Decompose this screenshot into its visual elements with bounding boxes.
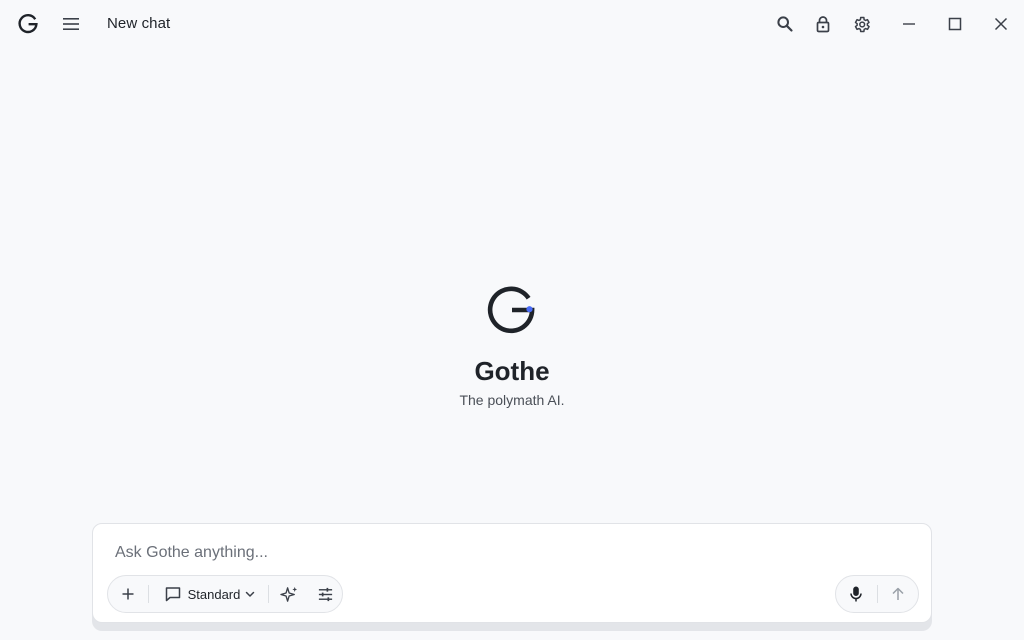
composer-toolbar: Standard — [107, 575, 343, 613]
close-button[interactable] — [989, 12, 1013, 36]
prompt-input[interactable] — [113, 540, 907, 566]
app-window: New chat Gothe The polymath AI. Ask Goth… — [0, 0, 1024, 640]
window-title: New chat — [107, 15, 171, 32]
enhance-button[interactable] — [272, 576, 306, 612]
minimize-button[interactable] — [897, 12, 921, 36]
chat-bubble-icon — [165, 587, 180, 602]
mode-label: Standard — [187, 586, 241, 602]
maximize-icon — [948, 17, 962, 31]
sparkle-icon — [279, 586, 297, 602]
toolbar-divider — [268, 585, 269, 603]
settings-sliders-button[interactable] — [308, 576, 342, 612]
lock-button[interactable] — [811, 12, 835, 36]
gear-icon — [854, 16, 870, 32]
search-icon — [777, 16, 793, 32]
gothe-logo-icon — [18, 14, 38, 34]
microphone-button[interactable] — [836, 576, 876, 612]
composer: Standard — [92, 523, 932, 623]
brand-name: Gothe — [474, 356, 550, 386]
plus-icon — [122, 588, 134, 600]
minimize-icon — [903, 23, 915, 25]
settings-button[interactable] — [849, 12, 873, 36]
maximize-button[interactable] — [943, 12, 967, 36]
chevron-down-icon — [246, 591, 255, 597]
lock-icon — [816, 16, 830, 33]
brand-accent-dot — [526, 306, 533, 313]
microphone-icon — [850, 586, 862, 602]
brand-tagline: The polymath AI. — [459, 392, 565, 408]
attach-button[interactable] — [108, 576, 148, 612]
menu-button[interactable] — [60, 13, 82, 35]
gothe-brand-logo-icon — [487, 286, 535, 334]
sliders-icon — [318, 587, 332, 601]
search-button[interactable] — [773, 12, 797, 36]
mode-selector[interactable]: Standard — [156, 576, 264, 612]
close-icon — [994, 17, 1008, 31]
title-bar: New chat — [0, 0, 1024, 48]
send-controls — [835, 575, 919, 613]
arrow-up-icon — [892, 587, 904, 600]
hamburger-icon — [63, 18, 79, 30]
toolbar-divider — [148, 585, 149, 603]
send-button[interactable] — [878, 576, 918, 612]
